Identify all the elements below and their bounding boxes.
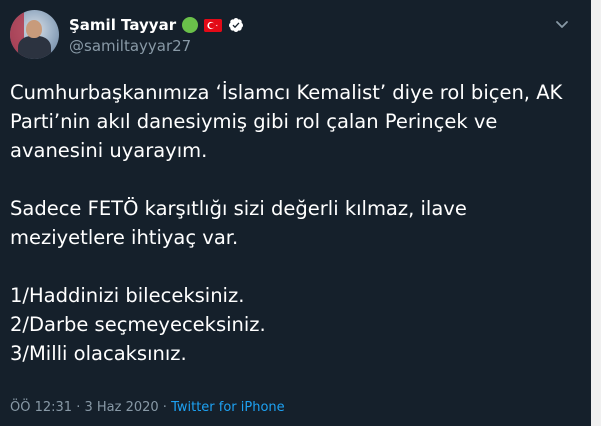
tweet-line: 3/Milli olacaksınız. (10, 342, 187, 365)
author-handle[interactable]: @samiltayyar27 (69, 37, 244, 55)
green-circle-icon (182, 17, 199, 33)
tweet-line: 2/Darbe seçmeyeceksiniz. (10, 313, 266, 336)
tweet-line: Sadece FETÖ karşıtlığı sizi değerli kılm… (10, 197, 467, 220)
tweet-source-link[interactable]: Twitter for iPhone (171, 400, 285, 415)
avatar-head (26, 20, 42, 38)
tweet-line: avanesini uyarayım. (10, 139, 208, 162)
avatar[interactable] (10, 10, 59, 59)
name-row: Şamil Tayyar (69, 15, 244, 35)
author-names: Şamil Tayyar @samiltayyar27 (69, 15, 244, 55)
avatar-body (18, 36, 51, 59)
tweet-line: meziyetlere ihtiyaç var. (10, 226, 239, 249)
turkey-flag-icon (204, 18, 223, 32)
display-name[interactable]: Şamil Tayyar (69, 16, 176, 34)
tweet-paragraph-1: Cumhurbaşkanımıza ‘İslamcı Kemalist’ diy… (10, 78, 585, 165)
tweet-line: Parti’nin akıl danesiymiş gibi rol çalan… (10, 110, 498, 133)
scrollbar[interactable] (591, 0, 601, 426)
verified-badge-icon (228, 17, 244, 33)
footer-separator: · (72, 400, 85, 415)
tweet-time[interactable]: ÖÖ 12:31 (10, 400, 72, 415)
tweet-date[interactable]: 3 Haz 2020 (84, 400, 158, 415)
tweet-paragraph-2: Sadece FETÖ karşıtlığı sizi değerli kılm… (10, 194, 585, 252)
tweet-header: Şamil Tayyar @samiltayyar27 (10, 8, 575, 68)
tweet-paragraph-3: 1/Haddinizi bileceksiniz. 2/Darbe seçmey… (10, 281, 585, 368)
footer-separator: · (158, 400, 172, 415)
tweet-footer: ÖÖ 12:31 · 3 Haz 2020 · Twitter for iPho… (10, 400, 285, 415)
tweet-line: 1/Haddinizi bileceksiniz. (10, 284, 245, 307)
tweet-text: Cumhurbaşkanımıza ‘İslamcı Kemalist’ diy… (10, 78, 585, 368)
tweet-line: Cumhurbaşkanımıza ‘İslamcı Kemalist’ diy… (10, 81, 563, 104)
tweet-card: Şamil Tayyar @samiltayyar27 Cumhurbaşkan… (0, 0, 591, 426)
chevron-down-icon[interactable] (553, 16, 571, 34)
